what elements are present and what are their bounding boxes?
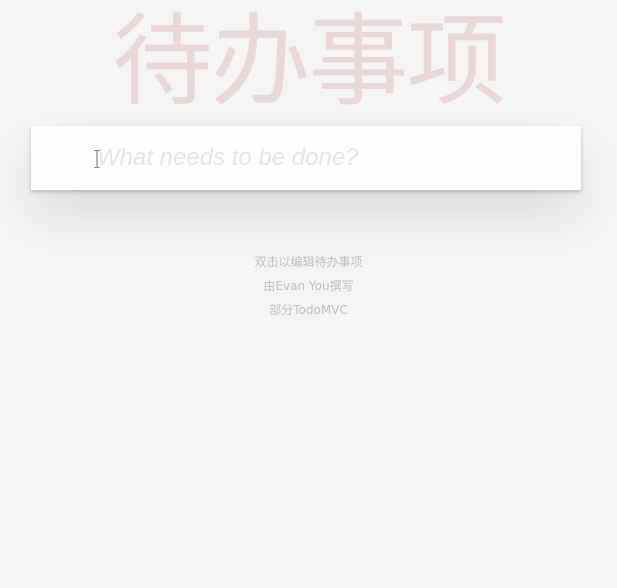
info-footer: 双击以编辑待办事项 由Evan You撰写 部分TodoMVC [0,250,617,322]
new-todo-input[interactable] [31,126,581,190]
todo-app-panel [31,126,581,190]
project-credit: 部分TodoMVC [0,298,617,322]
author-suffix: 撰写 [329,279,354,293]
edit-hint: 双击以编辑待办事项 [254,255,363,269]
author-link[interactable]: Evan You [275,279,329,293]
app-title: 待办事项 [112,3,507,120]
author-credit: 由Evan You撰写 [0,274,617,298]
todomvc-link[interactable]: TodoMVC [293,303,348,317]
author-prefix: 由 [263,279,276,293]
project-prefix: 部分 [269,303,294,317]
